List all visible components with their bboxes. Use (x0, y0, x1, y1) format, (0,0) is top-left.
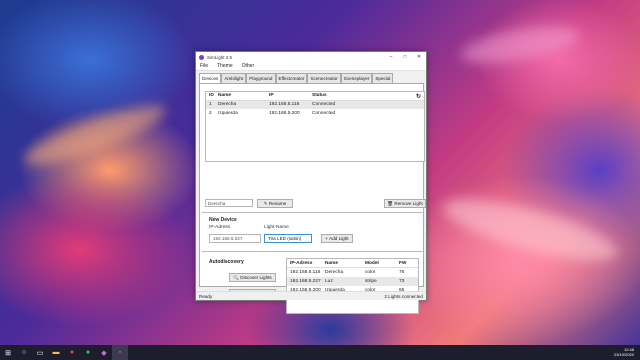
tab-devices[interactable]: Devices (199, 73, 222, 83)
wallpaper-accent (437, 187, 623, 273)
cell-model: stripe (365, 279, 377, 284)
discover-lights-button[interactable]: 🔍 Discover Lights (229, 273, 276, 282)
cell-ip: 192.168.5.227 (290, 279, 321, 284)
wallpaper-accent (458, 19, 582, 71)
chrome-icon[interactable]: ● (64, 345, 80, 360)
cell-id: 2 (209, 110, 212, 116)
cell-id: 1 (209, 102, 212, 108)
header-fw[interactable]: FW (399, 261, 415, 266)
remove-light-label: Remove Light (394, 201, 423, 206)
table-row[interactable]: 1 Derecha 192.168.5.116 Connected (206, 100, 424, 109)
devices-table: ID Name IP Status 1 Derecha 192.168.5.11… (205, 91, 425, 162)
new-device-title: New Device (209, 217, 237, 223)
status-right: 2 Lights connected (384, 293, 423, 299)
cell-fw: 76 (399, 270, 405, 275)
close-button[interactable]: ✕ (412, 54, 426, 60)
search-icon[interactable]: ○ (16, 345, 32, 360)
discover-lights-label: Discover Lights (240, 275, 272, 280)
cell-model: color (365, 270, 376, 275)
maximize-button[interactable]: □ (398, 54, 412, 60)
tab-playground[interactable]: Playground (246, 73, 276, 83)
cell-name: Izquierda (218, 110, 238, 116)
rename-button-label: Rename (268, 201, 287, 206)
cell-name: Derecha (218, 102, 237, 108)
tab-effectcreator[interactable]: Effectcreator (275, 73, 308, 83)
task-view-icon[interactable]: ▭ (32, 345, 48, 360)
devices-panel: ID Name IP Status 1 Derecha 192.168.5.11… (199, 83, 426, 314)
cell-status: Connected (312, 102, 336, 108)
folder-icon[interactable]: ▬ (48, 345, 64, 360)
header-name[interactable]: Name (325, 261, 365, 266)
table-header: IP-Adress Name Model FW (287, 259, 418, 268)
app-window: SimLight 2.5 – □ ✕ File Theme Other Devi… (195, 51, 427, 314)
autodiscovery-title: Autodiscovery (209, 259, 244, 265)
tab-scenecreator[interactable]: Scenecreator (307, 73, 341, 83)
autodiscovery-section: Autodiscovery 🔍 Discover Lights ✋ Use se… (202, 255, 424, 317)
rename-button[interactable]: ✎ Rename (257, 199, 293, 208)
start-icon[interactable]: ⊞ (0, 345, 16, 360)
cell-name: Luz (325, 279, 333, 284)
add-light-button[interactable]: + Add Light (321, 234, 353, 243)
header-name[interactable]: Name (218, 93, 269, 98)
light-name-field[interactable]: Tira LED (salón) (264, 234, 312, 243)
ip-field[interactable]: 192.168.5.227 (209, 234, 261, 243)
spotify-icon[interactable]: ● (80, 345, 96, 360)
title-bar[interactable]: SimLight 2.5 – □ ✕ (196, 52, 426, 62)
minimize-button[interactable]: – (384, 54, 398, 60)
table-row[interactable]: 192.168.5.116 Derecha color 76 (287, 268, 418, 277)
table-row[interactable]: 192.168.5.227 Luz stripe 73 (287, 277, 418, 286)
tab-strip: Devices Ambilight Playground Effectcreat… (199, 73, 424, 83)
menu-other[interactable]: Other (242, 63, 255, 69)
cell-name: Derecha (325, 270, 344, 275)
header-id[interactable]: ID (206, 93, 218, 98)
app-logo-icon (199, 54, 204, 60)
header-ip[interactable]: IP (269, 93, 312, 98)
table-row[interactable]: 2 Izquierda 192.168.5.200 Connected (206, 109, 424, 118)
wallpaper-accent (19, 95, 171, 175)
clock-date: 23/10/2020 (613, 352, 634, 357)
tab-sceneplayer[interactable]: Sceneplayer (340, 73, 373, 83)
ip-label: IP-Adress (209, 225, 231, 230)
window-title: SimLight 2.5 (207, 54, 233, 60)
cell-ip: 192.168.5.116 (290, 270, 321, 275)
table-header: ID Name IP Status (206, 92, 424, 101)
rename-input[interactable]: Derecha (205, 199, 253, 207)
discovered-lights-table: IP-Adress Name Model FW 192.168.5.116 De… (286, 258, 419, 314)
header-ip[interactable]: IP-Adress (287, 261, 325, 266)
menu-file[interactable]: File (200, 63, 208, 69)
refresh-icon[interactable]: ↻ (416, 93, 421, 100)
taskbar: ⊞ ○ ▭ ▬ ● ● ◆ ▪ 12:48 23/10/2020 (0, 345, 640, 360)
simlight-taskbar-icon[interactable]: ▪ (112, 345, 128, 360)
header-model[interactable]: Model (365, 261, 399, 266)
cell-ip: 192.168.5.116 (269, 102, 300, 108)
remove-light-button[interactable]: 🗑 Remove Light (384, 199, 426, 208)
header-status[interactable]: Status (312, 93, 412, 98)
clock[interactable]: 12:48 23/10/2020 (614, 347, 634, 357)
cell-fw: 73 (399, 279, 405, 284)
editor-icon[interactable]: ◆ (96, 345, 112, 360)
cell-status: Connected (312, 110, 336, 116)
menu-theme[interactable]: Theme (217, 63, 233, 69)
new-device-section: New Device IP-Adress 192.168.5.227 Light… (202, 212, 424, 252)
menu-bar: File Theme Other (196, 62, 426, 71)
cell-ip: 192.168.5.200 (269, 110, 300, 116)
status-bar: Ready 2 Lights connected (196, 291, 426, 300)
tab-special[interactable]: Special (372, 73, 394, 83)
tab-ambilight[interactable]: Ambilight (221, 73, 247, 83)
light-name-label: Light-Name (264, 225, 289, 230)
status-left: Ready (199, 293, 213, 299)
